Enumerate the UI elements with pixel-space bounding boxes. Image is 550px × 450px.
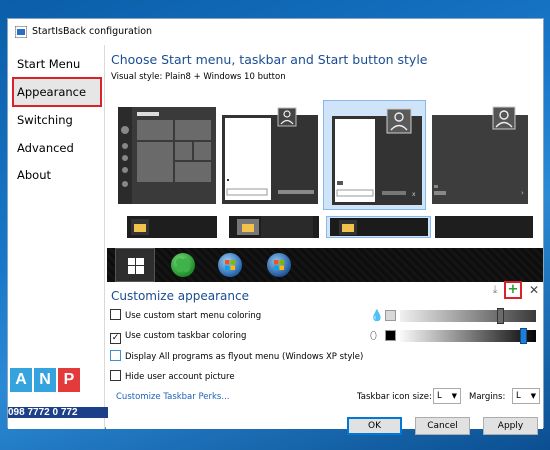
anp-watermark: A N P MÁY TÍNH - CAMERA 098 7772 0 772 W… xyxy=(8,368,108,446)
watermark-tagline: MÁY TÍNH - CAMERA xyxy=(8,396,78,403)
option-custom-taskbar-coloring[interactable]: ✓ Use custom taskbar coloring xyxy=(110,329,247,344)
sidebar-item-advanced[interactable]: Advanced xyxy=(12,133,102,163)
select-value: L xyxy=(437,391,442,401)
config-window: StartIsBack configuration Start Menu App… xyxy=(7,18,544,435)
sidebar-item-about[interactable]: About xyxy=(12,160,102,190)
appearance-panel: Choose Start menu, taskbar and Start but… xyxy=(106,45,543,435)
chevron-down-icon: ▼ xyxy=(451,392,457,400)
windows-flag-icon xyxy=(225,260,235,270)
plain8-menu-preview: x xyxy=(332,108,422,205)
svg-text:›: › xyxy=(521,189,524,197)
opacity-drop-icon: 💧 xyxy=(370,309,384,322)
chevron-down-icon: ▼ xyxy=(530,392,536,400)
slider-thumb[interactable] xyxy=(497,308,504,324)
margins-label: Margins: xyxy=(469,392,506,402)
taskbar-color-swatch[interactable] xyxy=(385,330,396,341)
select-value: L xyxy=(516,391,521,401)
checkbox[interactable] xyxy=(110,370,121,381)
watermark-letter: P xyxy=(58,368,80,392)
taskbar-thumb-2[interactable] xyxy=(229,216,319,238)
page-title: Choose Start menu, taskbar and Start but… xyxy=(111,52,428,67)
style-option-windows-8[interactable]: › xyxy=(429,100,532,210)
svg-text:x: x xyxy=(412,191,416,198)
visual-style-label: Visual style: Plain8 + Windows 10 button xyxy=(111,72,286,82)
taskbar-icon-size-label: Taskbar icon size: xyxy=(357,392,432,402)
taskbar-thumb-4[interactable] xyxy=(435,216,533,238)
style-option-windows-7[interactable] xyxy=(219,100,322,210)
start-menu-color-swatch[interactable] xyxy=(385,310,396,321)
watermark-phone: 098 7772 0 772 xyxy=(8,407,108,418)
folder-icon xyxy=(339,220,357,235)
customize-taskbar-perks-link[interactable]: Customize Taskbar Perks... xyxy=(116,392,229,402)
option-hide-account-picture[interactable]: Hide user account picture xyxy=(110,370,235,384)
margins-select[interactable]: L ▼ xyxy=(512,388,540,404)
style-option-windows-10[interactable] xyxy=(115,100,218,210)
close-icon[interactable]: ✕ xyxy=(525,281,543,299)
taskbar-thumb-3[interactable] xyxy=(326,216,431,238)
checkbox[interactable] xyxy=(110,350,121,361)
checkbox[interactable] xyxy=(110,309,121,320)
windows-7-orb-button[interactable] xyxy=(218,253,242,277)
start-menu-opacity-slider[interactable] xyxy=(400,308,536,324)
add-button[interactable]: + xyxy=(504,281,522,299)
windows-flag-icon xyxy=(274,260,284,270)
watermark-letter: N xyxy=(34,368,56,392)
checkbox-checked[interactable]: ✓ xyxy=(110,333,121,344)
option-custom-start-coloring[interactable]: Use custom start menu coloring xyxy=(110,309,261,323)
taskbar-icon-size-select[interactable]: L ▼ xyxy=(433,388,461,404)
watermark-letter: A xyxy=(10,368,32,392)
windows-8-menu-preview: › xyxy=(432,106,528,204)
option-label: Use custom taskbar coloring xyxy=(125,331,247,341)
sidebar-item-start-menu[interactable]: Start Menu xyxy=(12,49,102,79)
option-label: Hide user account picture xyxy=(125,372,235,382)
option-label: Use custom start menu coloring xyxy=(125,311,262,321)
folder-icon xyxy=(131,219,149,235)
slider-thumb[interactable] xyxy=(520,328,527,344)
transparency-drop-icon: ⬯ xyxy=(370,329,377,342)
sidebar-item-switching[interactable]: Switching xyxy=(12,105,102,135)
start-button-strip xyxy=(107,248,543,282)
windows-10-start-button[interactable] xyxy=(115,248,155,282)
window-title: StartIsBack configuration xyxy=(32,26,153,37)
clover-icon xyxy=(176,258,190,272)
folder-icon xyxy=(237,219,259,235)
windows-logo-icon xyxy=(128,258,144,274)
watermark-site: WWW.ANP.COM.VN xyxy=(8,422,73,429)
title-bar: StartIsBack configuration xyxy=(8,19,543,45)
style-option-plain8[interactable]: x xyxy=(323,100,426,210)
option-flyout-menu[interactable]: Display All programs as flyout menu (Win… xyxy=(110,350,363,364)
sidebar-item-appearance[interactable]: Appearance xyxy=(12,77,102,107)
windows-10-menu-preview xyxy=(118,107,216,204)
taskbar-thumb-1[interactable] xyxy=(127,216,217,238)
app-icon xyxy=(15,26,27,38)
clover-start-button[interactable] xyxy=(171,253,195,277)
windows-7-menu-preview xyxy=(222,107,318,204)
ok-button[interactable]: OK xyxy=(347,417,402,435)
taskbar-opacity-slider[interactable] xyxy=(400,328,536,344)
option-label: Display All programs as flyout menu (Win… xyxy=(125,352,364,362)
vista-orb-button[interactable] xyxy=(267,253,291,277)
download-icon[interactable]: ⤓ xyxy=(486,281,504,299)
cancel-button[interactable]: Cancel xyxy=(415,417,470,435)
customize-heading: Customize appearance xyxy=(111,289,249,303)
apply-button[interactable]: Apply xyxy=(483,417,538,435)
